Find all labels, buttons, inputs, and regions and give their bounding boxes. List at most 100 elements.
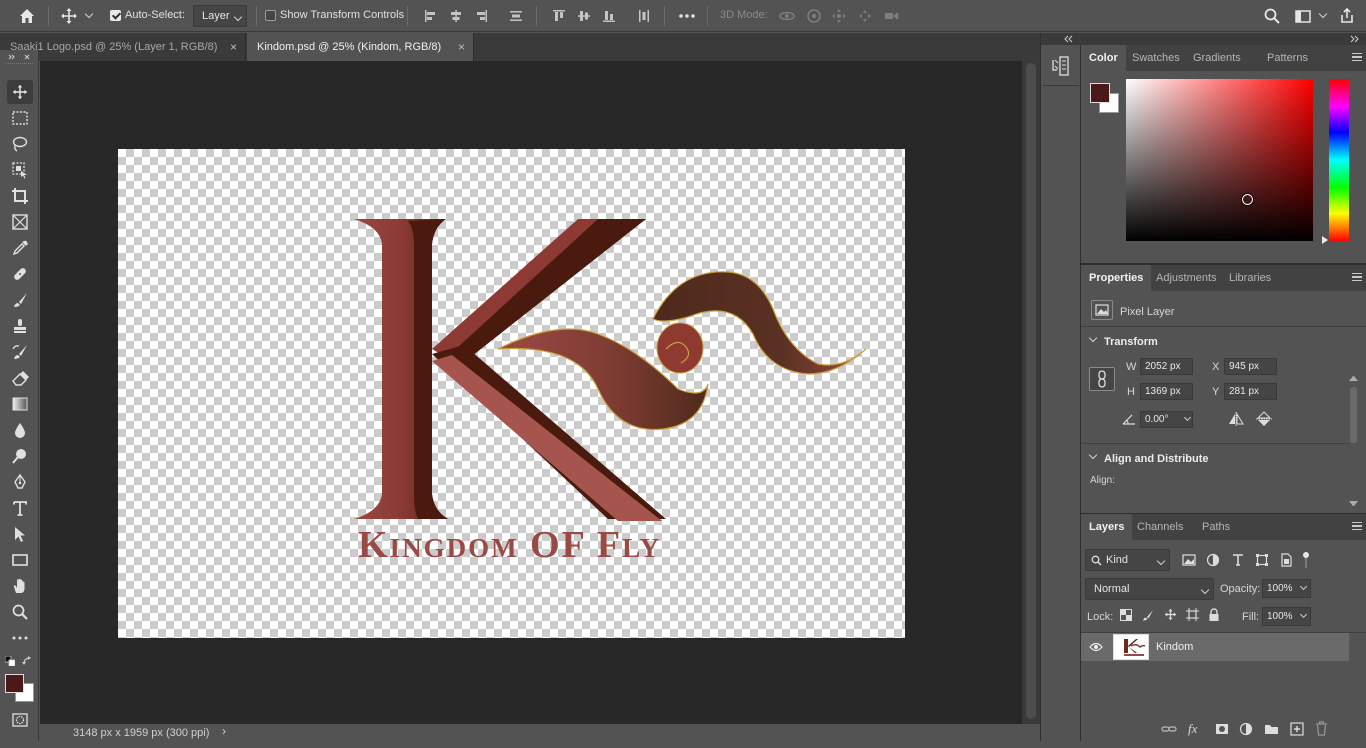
layer-name[interactable]: Kindom (1156, 641, 1193, 653)
auto-select-checkbox[interactable] (110, 10, 121, 21)
eyedropper-tool[interactable] (7, 236, 33, 260)
history-brush-tool[interactable] (7, 340, 33, 364)
brush-tool[interactable] (7, 288, 33, 312)
tab-paths[interactable]: Paths (1194, 514, 1238, 540)
add-mask-icon[interactable] (1215, 722, 1229, 736)
filter-pixel-icon[interactable] (1182, 553, 1196, 567)
lock-all-icon[interactable] (1208, 608, 1220, 621)
path-selection-tool[interactable] (7, 522, 33, 546)
lock-transparent-icon[interactable] (1120, 609, 1132, 621)
properties-panel-menu-icon[interactable] (1352, 273, 1362, 281)
tool-preset-chevron-icon[interactable] (84, 9, 94, 19)
frame-tool[interactable] (7, 210, 33, 234)
link-layers-icon[interactable] (1161, 722, 1177, 736)
tab-channels[interactable]: Channels (1129, 514, 1191, 540)
tab-patterns[interactable]: Patterns (1259, 45, 1316, 71)
distribute-icon[interactable] (506, 6, 526, 26)
filter-toggle[interactable] (1303, 552, 1309, 569)
quick-mask-icon[interactable] (11, 712, 29, 728)
close-tab-icon[interactable]: × (458, 33, 465, 61)
angle-field[interactable]: 0.00° (1140, 411, 1193, 428)
new-adjustment-icon[interactable] (1239, 722, 1253, 736)
tab-properties[interactable]: Properties (1081, 265, 1152, 291)
layer-filter-dropdown[interactable]: Kind (1085, 549, 1170, 571)
healing-brush-tool[interactable] (7, 262, 33, 286)
width-field[interactable]: 2052 px (1140, 358, 1193, 375)
saturation-brightness-picker[interactable] (1126, 79, 1313, 241)
status-expand-icon[interactable]: › (222, 724, 226, 738)
blend-mode-dropdown[interactable]: Normal (1085, 578, 1214, 600)
height-field[interactable]: 1369 px (1140, 383, 1193, 400)
edit-toolbar-button[interactable] (7, 626, 33, 650)
tab-color[interactable]: Color (1081, 45, 1126, 71)
tab-kindom[interactable]: Kindom.psd @ 25% (Kindom, RGB/8) × (247, 33, 474, 61)
align-middle-icon[interactable] (574, 6, 594, 26)
share-icon[interactable] (1337, 6, 1357, 26)
more-options-icon[interactable] (677, 6, 697, 26)
align-left-icon[interactable] (421, 6, 441, 26)
tab-libraries[interactable]: Libraries (1221, 265, 1279, 291)
default-colors-icon[interactable] (5, 656, 15, 666)
move-tool-icon[interactable] (59, 6, 79, 26)
dodge-tool[interactable] (7, 444, 33, 468)
filter-smart-object-icon[interactable] (1279, 553, 1293, 567)
distribute-vertical-icon[interactable] (634, 6, 654, 26)
align-right-icon[interactable] (471, 6, 491, 26)
collapse-strip-bar[interactable] (1041, 33, 1080, 45)
y-field[interactable]: 281 px (1224, 383, 1277, 400)
lock-artboard-icon[interactable] (1186, 608, 1199, 621)
scrollbar-thumb[interactable] (1026, 63, 1036, 719)
opacity-field[interactable]: 100% (1262, 579, 1311, 598)
gradient-tool[interactable] (7, 392, 33, 416)
blur-tool[interactable] (7, 418, 33, 442)
color-panel-menu-icon[interactable] (1352, 53, 1362, 61)
collapse-toolbar-icon[interactable] (8, 54, 32, 60)
align-center-icon[interactable] (446, 6, 466, 26)
history-panel-icon[interactable] (1050, 54, 1072, 78)
fx-icon[interactable]: fx (1188, 721, 1204, 736)
foreground-color-swatch[interactable] (5, 674, 24, 693)
panel-foreground-swatch[interactable] (1090, 83, 1110, 103)
lock-position-icon[interactable] (1164, 608, 1177, 621)
flip-vertical-icon[interactable] (1255, 411, 1273, 427)
align-collapse-icon[interactable] (1088, 450, 1098, 460)
workspace-icon[interactable] (1293, 6, 1313, 26)
lasso-tool[interactable] (7, 132, 33, 156)
pen-tool[interactable] (7, 470, 33, 494)
auto-select-dropdown[interactable]: Layer (193, 5, 247, 27)
crop-tool[interactable] (7, 184, 33, 208)
tab-layers[interactable]: Layers (1081, 514, 1133, 540)
eraser-tool[interactable] (7, 366, 33, 390)
type-tool[interactable] (7, 496, 33, 520)
search-icon[interactable] (1262, 6, 1282, 26)
tab-adjustments[interactable]: Adjustments (1148, 265, 1225, 291)
marquee-tool[interactable] (7, 106, 33, 130)
rectangle-tool[interactable] (7, 548, 33, 572)
tab-gradients[interactable]: Gradients (1185, 45, 1249, 71)
filter-adjustment-icon[interactable] (1206, 553, 1220, 567)
layers-panel-menu-icon[interactable] (1352, 522, 1362, 530)
zoom-tool[interactable] (7, 600, 33, 624)
canvas-vertical-scrollbar[interactable] (1022, 61, 1040, 724)
transform-collapse-icon[interactable] (1088, 333, 1098, 343)
object-select-tool[interactable] (7, 158, 33, 182)
flip-horizontal-icon[interactable] (1227, 411, 1245, 427)
hue-slider-handle[interactable] (1322, 236, 1328, 244)
show-transform-checkbox[interactable] (265, 10, 276, 21)
link-dimensions-icon[interactable] (1089, 367, 1115, 391)
align-bottom-icon[interactable] (599, 6, 619, 26)
filter-type-icon[interactable] (1231, 553, 1245, 567)
color-picker-cursor[interactable] (1242, 194, 1253, 205)
hue-slider[interactable] (1329, 79, 1349, 241)
layer-row[interactable]: Kindom (1081, 633, 1349, 661)
move-tool[interactable] (7, 80, 33, 104)
stamp-tool[interactable] (7, 314, 33, 338)
align-top-icon[interactable] (549, 6, 569, 26)
new-layer-icon[interactable] (1290, 721, 1304, 736)
swap-colors-icon[interactable] (22, 656, 33, 666)
workspace-chevron-icon[interactable] (1318, 9, 1328, 19)
filter-shape-icon[interactable] (1255, 553, 1269, 567)
fill-field[interactable]: 100% (1262, 607, 1311, 626)
lock-paint-icon[interactable] (1142, 609, 1154, 621)
x-field[interactable]: 945 px (1224, 358, 1277, 375)
